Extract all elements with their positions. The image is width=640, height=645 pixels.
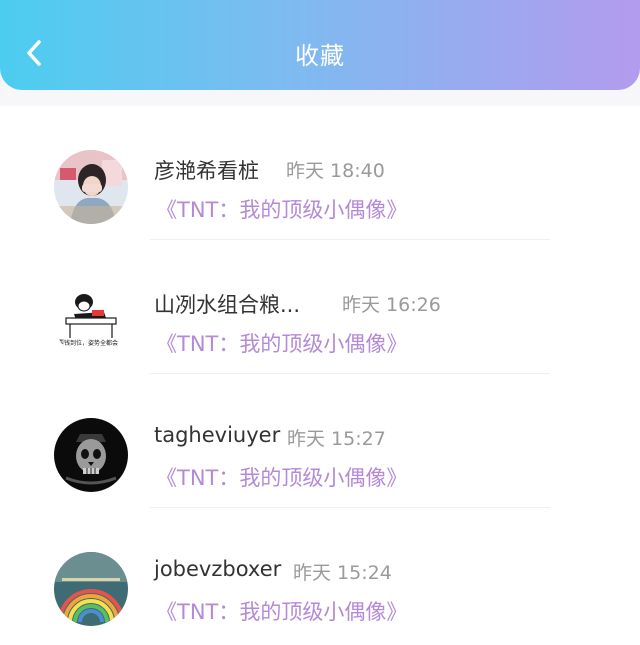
avatar[interactable] [54, 150, 128, 224]
username[interactable]: 山冽水组合粮... [154, 289, 300, 319]
girl-photo-avatar [54, 150, 128, 224]
username[interactable]: jobevzboxer [154, 557, 281, 581]
avatar[interactable]: 要钱到位，姿势全都会 [54, 284, 128, 358]
list-item[interactable]: jobevzboxer 昨天 15:24 《TNT：我的顶级小偶像》 [0, 508, 640, 642]
video-title-link[interactable]: 《TNT：我的顶级小偶像》 [156, 194, 407, 224]
avatar[interactable] [54, 552, 128, 626]
username[interactable]: 彦滟希看桩 [154, 155, 259, 185]
video-title-link[interactable]: 《TNT：我的顶级小偶像》 [156, 462, 407, 492]
favorites-screen: 收藏 彦滟希看桩 昨天 18:40 《TNT：我的顶级小偶像》 要钱到位，姿势全… [0, 0, 640, 645]
timestamp: 昨天 16:26 [342, 294, 441, 316]
timestamp: 昨天 15:27 [287, 428, 386, 450]
username[interactable]: tagheviuyer [154, 423, 280, 447]
video-title-link[interactable]: 《TNT：我的顶级小偶像》 [156, 596, 407, 626]
list-item[interactable]: tagheviuyer 昨天 15:27 《TNT：我的顶级小偶像》 [0, 374, 640, 508]
favorites-list: 彦滟希看桩 昨天 18:40 《TNT：我的顶级小偶像》 要钱到位，姿势全都会 [0, 106, 640, 645]
header-bar: 收藏 [0, 0, 640, 90]
dark-skull-avatar [54, 418, 128, 492]
avatar-caption: 要钱到位，姿势全都会 [58, 340, 119, 347]
page-title: 收藏 [295, 42, 345, 70]
list-item[interactable]: 彦滟希看桩 昨天 18:40 《TNT：我的顶级小偶像》 [0, 106, 640, 240]
timestamp: 昨天 15:24 [293, 562, 392, 584]
rainbow-scenery-avatar [54, 552, 128, 626]
timestamp: 昨天 18:40 [286, 160, 385, 182]
avatar[interactable] [54, 418, 128, 492]
list-item[interactable]: 要钱到位，姿势全都会 山冽水组合粮... 昨天 16:26 《TNT：我的顶级小… [0, 240, 640, 374]
video-title-link[interactable]: 《TNT：我的顶级小偶像》 [156, 328, 407, 358]
